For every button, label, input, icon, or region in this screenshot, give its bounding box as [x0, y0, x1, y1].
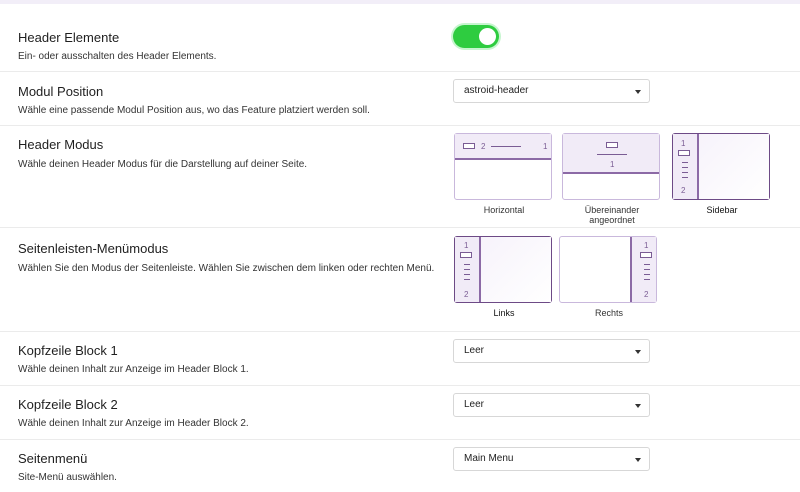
thumb-menu-line	[682, 162, 688, 163]
thumb-mark-2: 2	[464, 290, 469, 299]
header-elements-toggle[interactable]	[453, 25, 499, 48]
header-modus-label: Header Modus	[18, 137, 104, 152]
thumb-menu-line	[682, 172, 688, 173]
links-thumbnail: 1 2	[454, 236, 552, 303]
thumb-menu-line	[644, 279, 650, 280]
thumb-logo	[460, 252, 472, 258]
row-seitenmenu: Seitenmenü Site-Menü auswählen. Main Men…	[0, 440, 800, 492]
thumb-logo	[678, 150, 690, 156]
thumb-mark-1: 1	[681, 139, 686, 148]
horizontal-thumbnail: 2 1	[454, 133, 552, 200]
thumb-menu-line	[682, 177, 688, 178]
thumb-menu-line	[682, 167, 688, 168]
header-modus-option-label: Horizontal	[483, 205, 525, 215]
seitenleisten-description: Wählen Sie den Modus der Seitenleiste. W…	[18, 263, 435, 274]
header-elements-description: Ein- oder ausschalten des Header Element…	[18, 51, 217, 62]
thumb-menu-line	[464, 279, 470, 280]
modul-position-value: astroid-header	[464, 85, 529, 96]
chevron-down-icon	[635, 350, 641, 354]
header-modus-description: Wähle deinen Header Modus für die Darste…	[18, 159, 308, 170]
thumb-mark-2: 2	[481, 142, 486, 151]
chevron-down-icon	[635, 404, 641, 408]
thumb-logo	[606, 142, 618, 148]
chevron-down-icon	[635, 90, 641, 94]
modul-position-select[interactable]: astroid-header	[453, 79, 650, 103]
seitenmenu-label: Seitenmenü	[18, 451, 88, 466]
seitenleisten-label: Seitenleisten-Menümodus	[18, 241, 169, 256]
rechts-thumbnail: 1 2	[559, 236, 657, 303]
kopfzeile-block-1-description: Wähle deinen Inhalt zur Anzeige im Heade…	[18, 364, 249, 375]
seitenmenu-select[interactable]: Main Menu	[453, 447, 650, 471]
thumb-side-band	[630, 237, 656, 302]
thumb-body	[699, 134, 769, 199]
sidebar-menu-option-label: Rechts	[594, 308, 623, 318]
thumb-logo	[463, 143, 475, 149]
thumb-menu-line	[464, 264, 470, 265]
thumb-menu-line	[644, 269, 650, 270]
kopfzeile-block-2-label: Kopfzeile Block 2	[18, 397, 118, 412]
kopfzeile-block-1-label: Kopfzeile Block 1	[18, 343, 118, 358]
chevron-down-icon	[635, 458, 641, 462]
thumb-menu-line	[644, 274, 650, 275]
kopfzeile-block-2-select[interactable]: Leer	[453, 393, 650, 417]
thumb-mark-1: 1	[644, 241, 649, 250]
modul-position-label: Modul Position	[18, 84, 104, 99]
thumb-menu-line	[597, 154, 627, 155]
kopfzeile-block-2-value: Leer	[464, 399, 485, 410]
row-modul-position: Modul Position Wähle eine passende Modul…	[0, 72, 800, 126]
thumb-mark-1: 1	[543, 142, 548, 151]
modul-position-description: Wähle eine passende Modul Position aus, …	[18, 105, 370, 116]
seitenmenu-description: Site-Menü auswählen.	[18, 472, 117, 483]
row-kopfzeile-block-2: Kopfzeile Block 2 Wähle deinen Inhalt zu…	[0, 386, 800, 440]
header-elements-label: Header Elemente	[18, 30, 120, 45]
thumb-menu-line	[464, 269, 470, 270]
kopfzeile-block-1-value: Leer	[464, 345, 485, 356]
thumb-menu-line	[491, 146, 521, 147]
thumb-mark-1: 1	[464, 241, 469, 250]
kopfzeile-block-1-select[interactable]: Leer	[453, 339, 650, 363]
thumb-body	[481, 237, 551, 302]
thumb-menu-line	[464, 274, 470, 275]
row-kopfzeile-block-1: Kopfzeile Block 1 Wähle deinen Inhalt zu…	[0, 332, 800, 386]
row-header-modus: Header Modus Wähle deinen Header Modus f…	[0, 126, 800, 228]
row-header-elements: Header Elemente Ein- oder ausschalten de…	[0, 4, 800, 72]
kopfzeile-block-2-description: Wähle deinen Inhalt zur Anzeige im Heade…	[18, 418, 249, 429]
header-modus-option-label: Sidebar	[706, 205, 738, 215]
thumb-mark-2: 2	[681, 186, 686, 195]
thumb-mark-1: 1	[610, 160, 615, 169]
toggle-knob	[479, 28, 496, 45]
sidebar-thumbnail: 1 2	[672, 133, 770, 200]
seitenmenu-value: Main Menu	[464, 453, 514, 464]
row-seitenleisten-menumodus: Seitenleisten-Menümodus Wählen Sie den M…	[0, 228, 800, 332]
thumb-menu-line	[644, 264, 650, 265]
stacked-thumbnail: 1	[562, 133, 660, 200]
sidebar-menu-option-label: Links	[493, 308, 515, 318]
thumb-logo	[640, 252, 652, 258]
header-modus-option-label: Übereinander angeordnet	[584, 205, 640, 225]
thumb-mark-2: 2	[644, 290, 649, 299]
